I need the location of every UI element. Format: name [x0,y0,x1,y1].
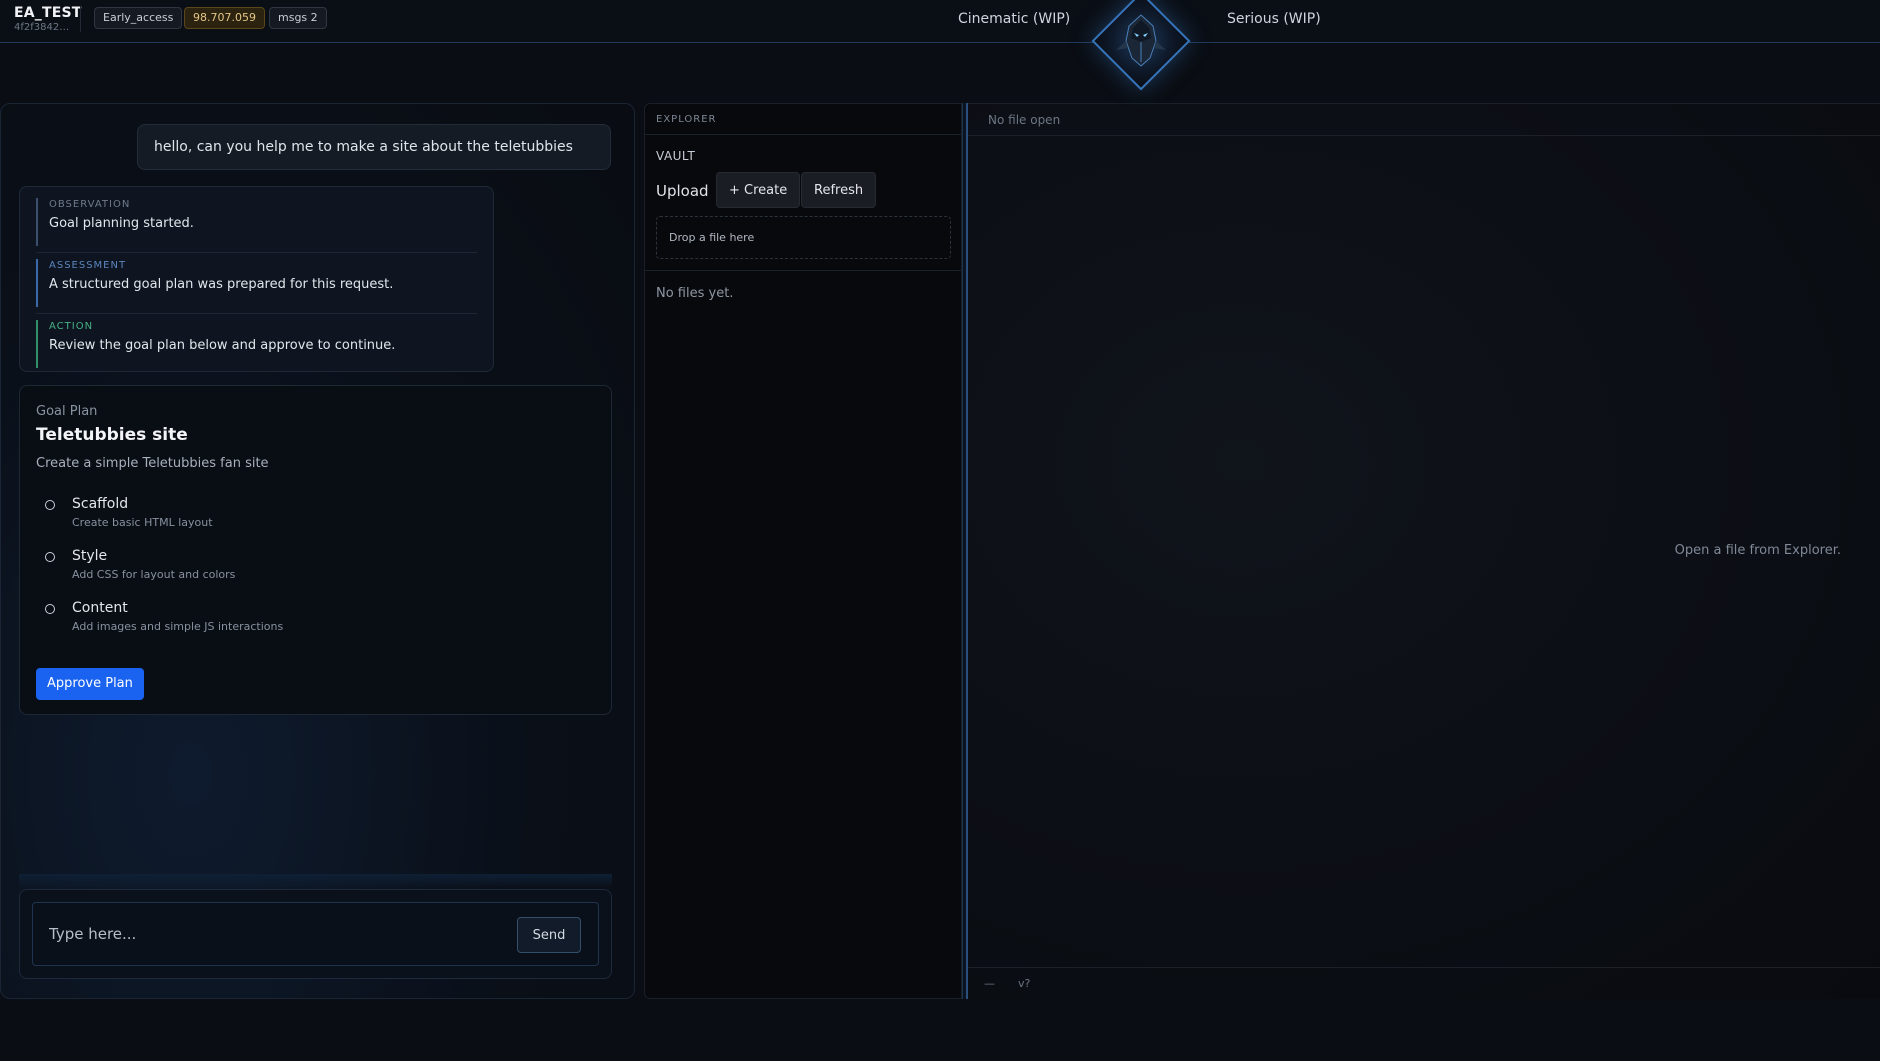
step-detail: Add images and simple JS interactions [72,620,284,633]
step-title: Scaffold [72,496,129,512]
empty-files-text: No files yet. [656,286,734,301]
brand: EA_TEST 4f2f3842… [14,5,82,33]
editor-panel: No file open Open a file from Explorer. … [968,103,1880,999]
message-composer: Send [19,889,612,979]
editor-empty-message: Open a file from Explorer. [1674,543,1841,558]
assessment-label: ASSESSMENT [49,260,127,271]
refresh-button[interactable]: Refresh [801,172,877,208]
status-version: v? [1018,977,1031,990]
step-circle-icon [45,552,55,562]
editor-status-bar: — v? [968,967,1880,999]
action-label: ACTION [49,321,94,332]
create-file-button[interactable]: + Create [716,172,801,208]
brand-title: EA_TEST [14,5,82,21]
top-divider [80,6,81,32]
file-dropzone[interactable]: Drop a file here [656,216,951,259]
step-circle-icon [45,500,55,510]
mode-serious[interactable]: Serious (WIP) [1227,11,1321,27]
top-bar: EA_TEST 4f2f3842… Early_access 98.707.05… [0,0,1880,43]
message-input[interactable] [33,903,513,965]
step-detail: Create basic HTML layout [72,516,213,529]
vault-label: VAULT [656,149,696,163]
chat-panel: hello, can you help me to make a site ab… [0,103,635,999]
user-message-bubble: hello, can you help me to make a site ab… [137,124,611,170]
explorer-header: EXPLORER [645,104,961,135]
mode-cinematic[interactable]: Cinematic (WIP) [958,11,1070,27]
status-indicator: — [984,977,995,990]
upload-label[interactable]: Upload [656,182,709,200]
action-text: Review the goal plan below and approve t… [49,338,396,353]
brand-session-id: 4f2f3842… [14,22,70,33]
observation-text: Goal planning started. [49,216,194,231]
plan-step: Style Add CSS for layout and colors [36,548,576,588]
composer-field-frame: Send [32,902,599,966]
message-count-badge: msgs 2 [269,7,327,29]
observation-label: OBSERVATION [49,199,131,210]
goal-plan-card: Goal Plan Teletubbies site Create a simp… [19,385,612,715]
step-title: Content [72,600,128,616]
composer-glow [19,874,612,888]
balance-badge: 98.707.059 [184,7,265,29]
goal-plan-title: Teletubbies site [36,425,188,445]
observation-block: OBSERVATION Goal planning started. [36,198,477,246]
knight-emblem-graphic [1116,14,1166,67]
editor-tab-bar: No file open [968,104,1880,136]
assessment-text: A structured goal plan was prepared for … [49,277,394,292]
approve-plan-button[interactable]: Approve Plan [36,668,144,700]
assessment-block: ASSESSMENT A structured goal plan was pr… [36,259,477,307]
step-circle-icon [45,604,55,614]
step-detail: Add CSS for layout and colors [72,568,236,581]
send-button[interactable]: Send [517,917,581,953]
action-block: ACTION Review the goal plan below and ap… [36,320,477,368]
tier-badge: Early_access [94,7,183,29]
goal-plan-description: Create a simple Teletubbies fan site [36,456,269,471]
goal-plan-kicker: Goal Plan [36,404,98,419]
divider [645,270,961,271]
explorer-panel: EXPLORER VAULT Upload + Create Refresh D… [644,103,962,999]
plan-step: Scaffold Create basic HTML layout [36,496,576,536]
analysis-card: OBSERVATION Goal planning started. ASSES… [19,186,494,372]
plan-step: Content Add images and simple JS interac… [36,600,576,640]
divider [36,252,477,253]
step-title: Style [72,548,108,564]
divider [36,313,477,314]
